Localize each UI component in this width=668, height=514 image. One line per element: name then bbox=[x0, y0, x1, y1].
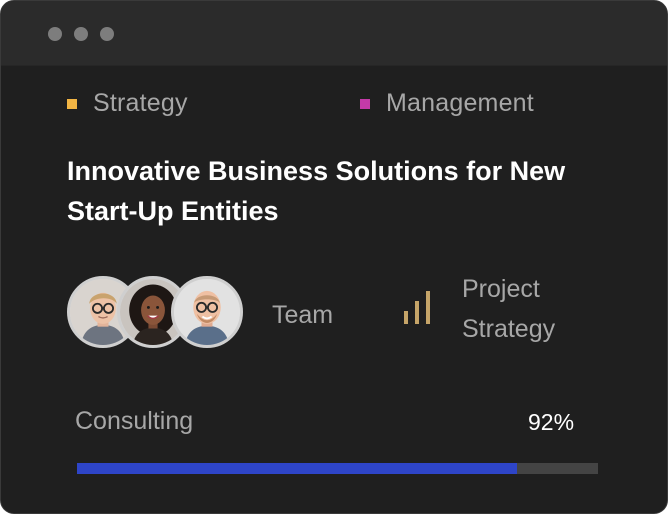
signal-bars-icon bbox=[404, 291, 430, 324]
strategy-square-icon bbox=[67, 98, 77, 109]
management-square-icon bbox=[360, 98, 370, 109]
tag-strategy: Strategy bbox=[67, 89, 188, 118]
tag-management: Management bbox=[360, 89, 534, 118]
card-headline: Innovative Business Solutions for New St… bbox=[67, 156, 566, 226]
progress-percent: 92% bbox=[528, 409, 575, 435]
project-label-line2: Strategy bbox=[462, 315, 556, 343]
project-card: Strategy Management Innovative Business … bbox=[0, 0, 668, 514]
team-avatars bbox=[67, 276, 247, 352]
avatar-man-glasses-bald[interactable] bbox=[171, 276, 243, 348]
window-dot-3[interactable] bbox=[100, 27, 114, 41]
project-strategy-label: Project Strategy bbox=[462, 269, 555, 349]
project-label-line1: Project bbox=[462, 275, 540, 303]
window-titlebar bbox=[1, 1, 667, 66]
progress-track bbox=[77, 463, 598, 474]
tag-strategy-label: Strategy bbox=[93, 89, 188, 117]
team-label: Team bbox=[272, 301, 334, 329]
window-dot-2[interactable] bbox=[74, 27, 88, 41]
progress-fill bbox=[77, 463, 518, 474]
window-dot-1[interactable] bbox=[48, 27, 62, 41]
progress-label: Consulting bbox=[75, 407, 194, 435]
tag-management-label: Management bbox=[386, 89, 534, 117]
